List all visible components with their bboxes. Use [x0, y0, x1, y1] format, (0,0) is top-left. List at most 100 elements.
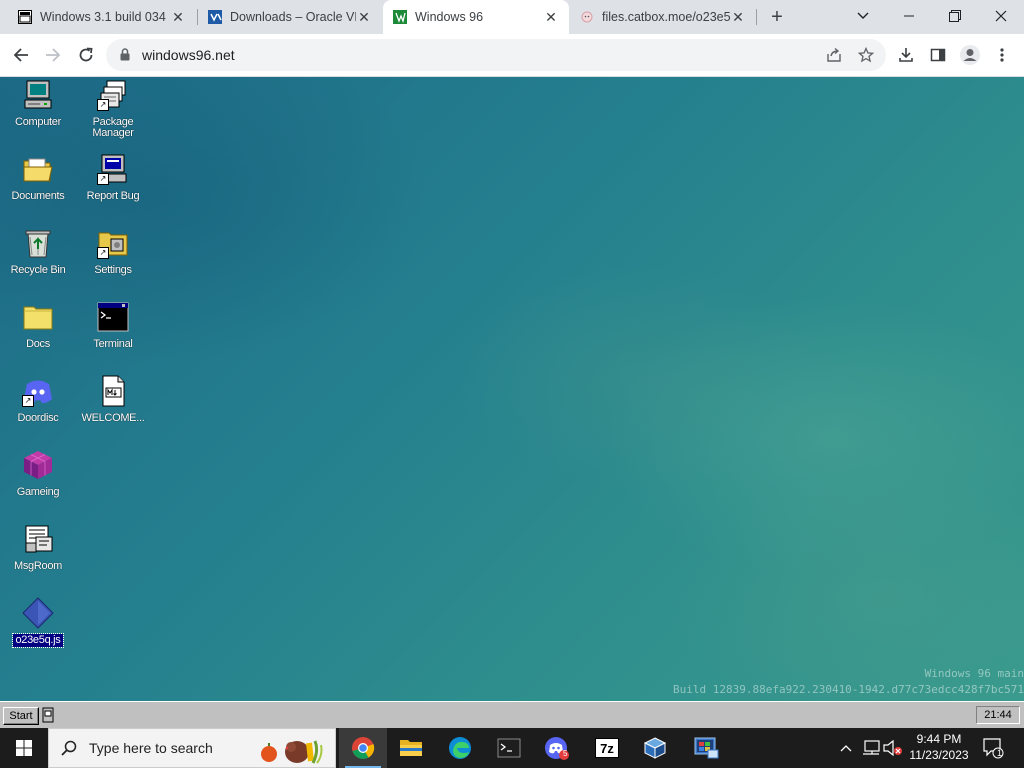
tab-title: Windows 3.1 build 034 — [40, 10, 166, 24]
taskbar-terminal[interactable] — [485, 728, 533, 768]
desktop-icon-welcome[interactable]: WELCOME... — [76, 375, 150, 426]
network-tray-button[interactable] — [860, 728, 882, 768]
discord-icon: ↗ — [22, 375, 54, 407]
minimize-button[interactable] — [886, 0, 932, 32]
back-button[interactable] — [9, 43, 33, 67]
desktop-icon-package-manager[interactable]: ↗ Package Manager — [76, 79, 150, 141]
restore-icon — [949, 10, 961, 22]
downloads-button[interactable] — [894, 43, 918, 67]
cube-icon — [22, 449, 54, 481]
desktop-icon-settings[interactable]: ↗ Settings — [76, 227, 150, 278]
taskbar-search-box[interactable]: Type here to search — [48, 728, 336, 768]
tab-windows31[interactable]: Windows 3.1 build 034 ✕ — [8, 0, 196, 34]
star-icon — [858, 47, 874, 63]
catbox-favicon-icon — [580, 10, 594, 24]
chevron-down-icon — [857, 12, 869, 19]
virtual-machine-icon — [694, 737, 719, 759]
desktop-icon-gameing[interactable]: Gameing — [1, 449, 75, 500]
desktop-icon-label: MsgRoom — [13, 560, 63, 572]
tab-close-button[interactable]: ✕ — [730, 9, 746, 25]
desktop-icon-msgroom[interactable]: MsgRoom — [1, 523, 75, 574]
menu-button[interactable] — [990, 43, 1014, 67]
lock-icon — [120, 48, 130, 61]
profile-button[interactable] — [958, 43, 982, 67]
address-bar[interactable]: windows96.net — [106, 39, 886, 71]
new-tab-button[interactable]: + — [765, 5, 789, 29]
taskbar-7zip[interactable]: 7z — [583, 728, 631, 768]
taskbar-file-explorer[interactable] — [387, 728, 435, 768]
desktop-icon-docs[interactable]: Docs — [1, 301, 75, 352]
tab-close-button[interactable]: ✕ — [356, 9, 372, 25]
recycle-bin-icon — [22, 227, 54, 259]
arrow-left-icon — [13, 48, 28, 62]
taskbar-virtualbox[interactable] — [631, 728, 679, 768]
discord-icon — [545, 737, 569, 760]
minimize-icon — [904, 15, 914, 17]
quick-launch-icon[interactable] — [42, 707, 54, 723]
taskbar-win31-vm[interactable] — [682, 728, 730, 768]
desktop-icon-label: Documents — [11, 190, 65, 202]
desktop-icon-recycle-bin[interactable]: Recycle Bin — [1, 227, 75, 278]
tab-title: files.catbox.moe/o23e5q — [602, 10, 730, 24]
desktop-icon-label: Settings — [94, 264, 132, 276]
desktop-icon-o23e5q-js[interactable]: o23e5q.js — [1, 597, 75, 648]
desktop-icon-terminal[interactable]: Terminal — [76, 301, 150, 352]
tab-close-button[interactable]: ✕ — [543, 9, 559, 25]
action-center-button[interactable]: 1 — [978, 728, 1008, 768]
shortcut-arrow-icon: ↗ — [97, 173, 109, 185]
w96-clock: 21:44 — [976, 706, 1020, 724]
desktop-icon-label: Recycle Bin — [10, 264, 66, 276]
virtualbox-favicon-icon — [208, 10, 222, 24]
desktop-icon-label: Doordisc — [17, 412, 59, 424]
desktop-icon-computer[interactable]: Computer — [1, 79, 75, 130]
avatar-icon — [960, 45, 980, 65]
markdown-file-icon — [97, 375, 129, 407]
tab-downloads-oracle[interactable]: Downloads – Oracle VM ✕ — [198, 0, 382, 34]
system-clock[interactable]: 9:44 PM 11/23/2023 — [900, 731, 978, 763]
forward-button[interactable] — [41, 43, 65, 67]
desktop-icon-label: o23e5q.js — [12, 633, 64, 648]
windows-start-button[interactable] — [0, 728, 48, 768]
reload-button[interactable] — [74, 43, 98, 67]
share-button[interactable] — [822, 43, 846, 67]
restore-button[interactable] — [932, 0, 978, 32]
w96-desktop[interactable]: Computer Documents Recycle Bin Docs ↗ Do… — [0, 77, 1024, 701]
windows31-favicon-icon — [18, 10, 32, 24]
desktop-icon-documents[interactable]: Documents — [1, 153, 75, 204]
desktop-icon-label: Report Bug — [86, 190, 140, 202]
desktop-icon-report-bug[interactable]: ↗ Report Bug — [76, 153, 150, 204]
tab-close-button[interactable]: ✕ — [170, 9, 186, 25]
side-panel-button[interactable] — [926, 43, 950, 67]
build-string: Build 12839.88efa922.230410-1942.d77c73e… — [673, 683, 1024, 696]
discord-badge: 5 — [563, 749, 568, 758]
desktop-icon-label: Computer — [15, 116, 61, 128]
download-icon — [899, 48, 913, 62]
tab-divider — [756, 9, 757, 25]
virtualbox-cube-icon — [643, 737, 667, 759]
thanksgiving-doodle-icon — [261, 740, 323, 764]
w96-start-button[interactable]: Start — [3, 707, 39, 725]
build-title: Windows 96 main — [924, 667, 1024, 680]
taskbar-chrome[interactable] — [339, 728, 387, 768]
bookmark-button[interactable] — [854, 43, 878, 67]
clock-date: 11/23/2023 — [909, 748, 969, 762]
tab-title: Windows 96 — [415, 10, 484, 24]
windows96-favicon-icon — [393, 10, 407, 24]
side-panel-icon — [930, 48, 946, 62]
close-window-button[interactable] — [978, 0, 1024, 32]
windows-logo-icon — [16, 740, 32, 756]
js-file-icon — [22, 597, 54, 629]
desktop-icon-label: Terminal — [93, 338, 133, 350]
tab-search-button[interactable] — [840, 0, 886, 32]
desktop-icon-doordisc[interactable]: ↗ Doordisc — [1, 375, 75, 426]
shortcut-arrow-icon: ↗ — [97, 99, 109, 111]
shortcut-arrow-icon: ↗ — [22, 395, 34, 407]
share-icon — [827, 47, 841, 62]
tab-catbox[interactable]: files.catbox.moe/o23e5q ✕ — [570, 0, 756, 34]
taskbar-discord[interactable]: 5 — [534, 728, 582, 768]
tab-windows96[interactable]: Windows 96 ✕ — [383, 0, 569, 34]
report-bug-icon: ↗ — [97, 153, 129, 185]
show-hidden-icons-button[interactable] — [836, 728, 856, 768]
taskbar-edge[interactable] — [436, 728, 484, 768]
chrome-icon — [352, 737, 375, 759]
